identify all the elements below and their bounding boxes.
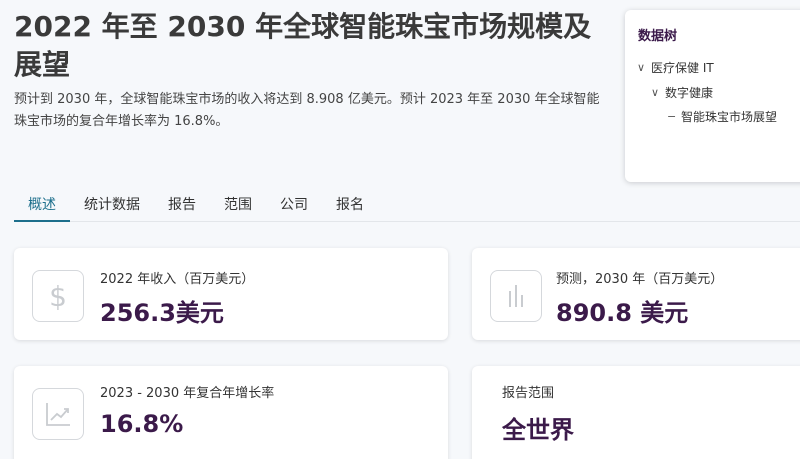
tree-node-label: 智能珠宝市场展望 bbox=[681, 110, 778, 124]
stat-value: 16.8% bbox=[100, 410, 184, 438]
tab-companies[interactable]: 公司 bbox=[266, 188, 322, 222]
stat-card-forecast-2030: 预测，2030 年（百万美元） 890.8 美元 bbox=[472, 248, 800, 340]
data-tree-title: 数据树 bbox=[638, 29, 678, 44]
stat-value: 256.3美元 bbox=[100, 299, 224, 327]
tab-overview[interactable]: 概述 bbox=[14, 188, 70, 222]
tree-node-smart-jewelry[interactable]: − 智能珠宝市场展望 bbox=[667, 108, 777, 125]
stat-card-cagr: 2023 - 2030 年复合年增长率 16.8% bbox=[14, 366, 448, 459]
stat-label: 2022 年收入（百万美元） bbox=[100, 272, 255, 287]
svg-text:$: $ bbox=[49, 280, 67, 313]
tree-node-digital-health[interactable]: ∨ 数字健康 bbox=[651, 84, 713, 101]
tab-statistics[interactable]: 统计数据 bbox=[70, 188, 154, 222]
page-title: 2022 年至 2030 年全球智能珠宝市场规模及展望 bbox=[14, 10, 592, 81]
tab-bar: 概述 统计数据 报告 范围 公司 报名 bbox=[14, 188, 800, 222]
stat-card-revenue-2022: $ 2022 年收入（百万美元） 256.3美元 bbox=[14, 248, 448, 340]
chevron-down-icon: ∨ bbox=[637, 61, 646, 74]
tab-signup[interactable]: 报名 bbox=[322, 188, 378, 222]
tab-reports[interactable]: 报告 bbox=[154, 188, 210, 222]
stat-value: 全世界 bbox=[502, 416, 574, 444]
bar-chart-icon bbox=[490, 270, 542, 322]
dollar-icon: $ bbox=[32, 270, 84, 322]
stat-label: 报告范围 bbox=[502, 386, 555, 401]
stat-value: 890.8 美元 bbox=[556, 299, 689, 327]
data-tree-panel: 数据树 ∨ 医疗保健 IT ∨ 数字健康 − 智能珠宝市场展望 bbox=[625, 10, 800, 182]
stat-card-report-scope: 报告范围 全世界 bbox=[472, 366, 800, 459]
stat-label: 预测，2030 年（百万美元） bbox=[556, 272, 724, 287]
page-description: 预计到 2030 年，全球智能珠宝市场的收入将达到 8.908 亿美元。预计 2… bbox=[14, 92, 600, 129]
chevron-down-icon: ∨ bbox=[651, 86, 660, 99]
tree-node-label: 数字健康 bbox=[665, 86, 714, 100]
stat-label: 2023 - 2030 年复合年增长率 bbox=[100, 386, 275, 401]
trend-chart-icon bbox=[32, 388, 84, 440]
tab-scope[interactable]: 范围 bbox=[210, 188, 266, 222]
tree-node-healthcare-it[interactable]: ∨ 医疗保健 IT bbox=[637, 59, 714, 76]
dash-icon: − bbox=[667, 110, 677, 123]
tree-node-label: 医疗保健 IT bbox=[651, 61, 714, 75]
